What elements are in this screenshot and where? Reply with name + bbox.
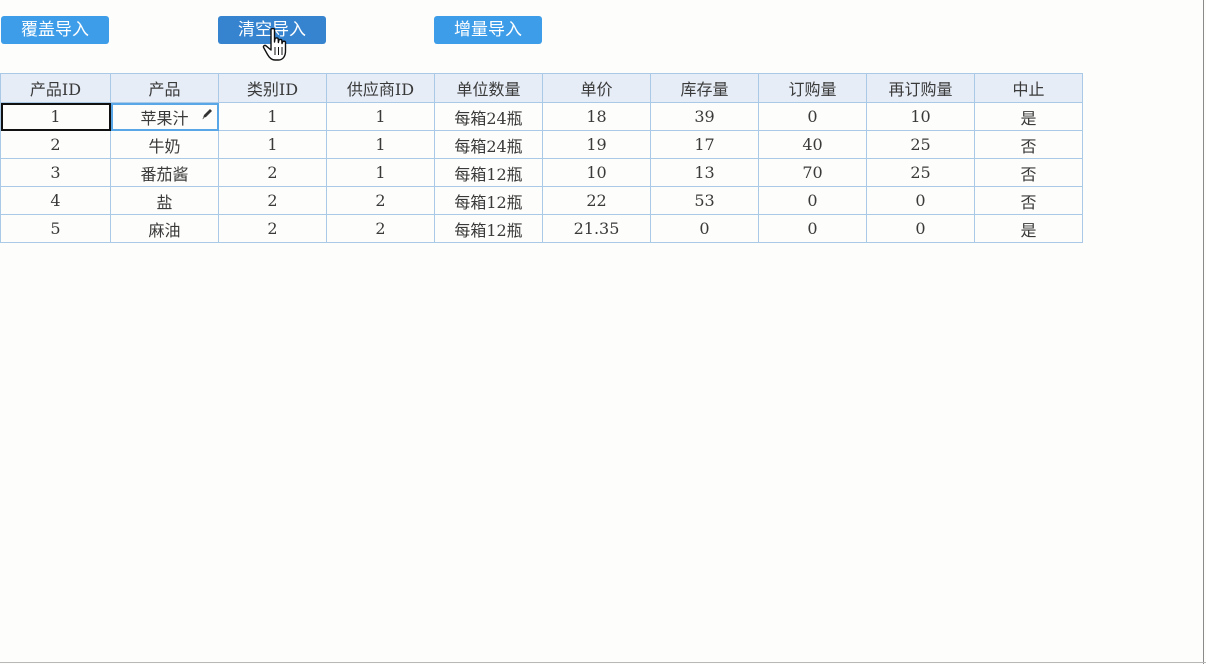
table-cell[interactable]: 2 [0, 130, 111, 159]
table-cell[interactable]: 2 [218, 158, 327, 187]
table-cell[interactable]: 是 [974, 102, 1083, 131]
table-cell[interactable]: 21.35 [542, 214, 651, 243]
table-cell[interactable]: 每箱24瓶 [434, 102, 543, 131]
table-row: 4 盐 2 2 每箱12瓶 22 53 0 0 否 [0, 186, 1083, 215]
table-cell[interactable]: 麻油 [110, 214, 219, 243]
table-cell[interactable]: 1 [326, 102, 435, 131]
table-cell[interactable]: 1 [0, 102, 111, 131]
overwrite-import-button[interactable]: 覆盖导入 [1, 16, 109, 44]
window-bottom-edge [0, 662, 1206, 663]
pencil-icon [202, 109, 212, 120]
clear-import-button[interactable]: 清空导入 [218, 16, 326, 44]
product-table: 产品ID 产品 类别ID 供应商ID 单位数量 单价 库存量 订购量 再订购量 … [0, 73, 1083, 243]
table-cell[interactable]: 2 [218, 186, 327, 215]
table-cell[interactable]: 0 [650, 214, 759, 243]
table-cell[interactable]: 22 [542, 186, 651, 215]
table-cell[interactable]: 盐 [110, 186, 219, 215]
table-cell[interactable]: 5 [0, 214, 111, 243]
table-cell[interactable]: 否 [974, 130, 1083, 159]
table-cell[interactable]: 4 [0, 186, 111, 215]
table-cell[interactable]: 1 [326, 130, 435, 159]
table-cell[interactable]: 是 [974, 214, 1083, 243]
table-cell[interactable]: 25 [866, 130, 975, 159]
table-cell[interactable]: 牛奶 [110, 130, 219, 159]
col-header-product-id[interactable]: 产品ID [0, 73, 111, 103]
table-cell[interactable]: 0 [758, 214, 867, 243]
table-cell-editing[interactable]: 苹果汁 [110, 102, 219, 131]
table-cell[interactable]: 0 [758, 102, 867, 131]
table-cell[interactable]: 0 [866, 186, 975, 215]
table-cell[interactable]: 39 [650, 102, 759, 131]
table-cell[interactable]: 13 [650, 158, 759, 187]
table-cell-text: 苹果汁 [140, 108, 189, 128]
col-header-on-order[interactable]: 订购量 [758, 73, 867, 103]
table-cell[interactable]: 3 [0, 158, 111, 187]
table-header-row: 产品ID 产品 类别ID 供应商ID 单位数量 单价 库存量 订购量 再订购量 … [0, 73, 1083, 103]
table-cell[interactable]: 53 [650, 186, 759, 215]
window-right-edge [1203, 0, 1204, 664]
table-cell[interactable]: 19 [542, 130, 651, 159]
table-cell[interactable]: 否 [974, 186, 1083, 215]
col-header-stock[interactable]: 库存量 [650, 73, 759, 103]
table-row: 1 苹果汁 1 1 每箱24瓶 18 39 0 10 是 [0, 102, 1083, 131]
table-cell[interactable]: 2 [326, 214, 435, 243]
table-cell[interactable]: 每箱12瓶 [434, 158, 543, 187]
col-header-unit-price[interactable]: 单价 [542, 73, 651, 103]
col-header-unit-quantity[interactable]: 单位数量 [434, 73, 543, 103]
table-cell[interactable]: 10 [866, 102, 975, 131]
col-header-discontinued[interactable]: 中止 [974, 73, 1083, 103]
col-header-supplier-id[interactable]: 供应商ID [326, 73, 435, 103]
table-cell[interactable]: 40 [758, 130, 867, 159]
table-cell[interactable]: 70 [758, 158, 867, 187]
table-cell[interactable]: 番茄酱 [110, 158, 219, 187]
table-cell[interactable]: 25 [866, 158, 975, 187]
table-cell[interactable]: 每箱12瓶 [434, 214, 543, 243]
table-cell[interactable]: 10 [542, 158, 651, 187]
table-cell[interactable]: 2 [218, 214, 327, 243]
col-header-reorder-level[interactable]: 再订购量 [866, 73, 975, 103]
incremental-import-button[interactable]: 增量导入 [434, 16, 542, 44]
table-cell[interactable]: 每箱24瓶 [434, 130, 543, 159]
table-cell[interactable]: 2 [326, 186, 435, 215]
table-cell[interactable]: 17 [650, 130, 759, 159]
table-row: 2 牛奶 1 1 每箱24瓶 19 17 40 25 否 [0, 130, 1083, 159]
table-row: 3 番茄酱 2 1 每箱12瓶 10 13 70 25 否 [0, 158, 1083, 187]
table-cell[interactable]: 0 [758, 186, 867, 215]
table-cell[interactable]: 18 [542, 102, 651, 131]
table-cell[interactable]: 否 [974, 158, 1083, 187]
col-header-category-id[interactable]: 类别ID [218, 73, 327, 103]
table-cell[interactable]: 1 [326, 158, 435, 187]
table-cell[interactable]: 1 [218, 130, 327, 159]
table-cell[interactable]: 每箱12瓶 [434, 186, 543, 215]
table-row: 5 麻油 2 2 每箱12瓶 21.35 0 0 0 是 [0, 214, 1083, 243]
table-cell[interactable]: 1 [218, 102, 327, 131]
col-header-product[interactable]: 产品 [110, 73, 219, 103]
table-cell[interactable]: 0 [866, 214, 975, 243]
